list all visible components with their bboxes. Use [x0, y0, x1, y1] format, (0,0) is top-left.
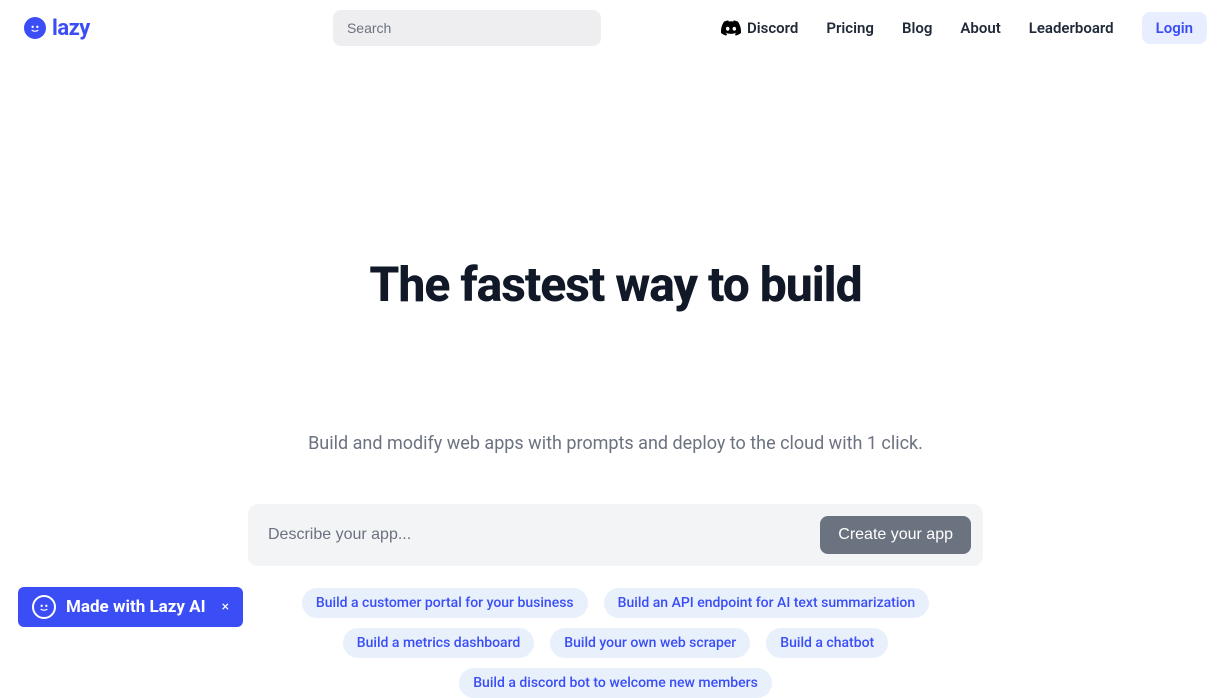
nav-pricing[interactable]: Pricing	[826, 19, 874, 37]
logo[interactable]: lazy	[24, 16, 90, 41]
nav-discord[interactable]: Discord	[721, 19, 798, 37]
badge-close-icon[interactable]: ×	[222, 599, 229, 615]
nav-about[interactable]: About	[960, 19, 1000, 37]
nav-discord-label: Discord	[747, 19, 798, 37]
discord-icon	[721, 20, 741, 36]
create-app-button[interactable]: Create your app	[820, 516, 971, 554]
search-input[interactable]	[333, 10, 601, 46]
suggestion-pill[interactable]: Build an API endpoint for AI text summar…	[604, 588, 930, 618]
nav-leaderboard[interactable]: Leaderboard	[1029, 19, 1114, 37]
nav: Discord Pricing Blog About Leaderboard L…	[721, 12, 1207, 44]
suggestion-pill[interactable]: Build a customer portal for your busines…	[302, 588, 588, 618]
suggestion-pill[interactable]: Build your own web scraper	[550, 628, 750, 658]
logo-text: lazy	[52, 16, 90, 41]
hero-subtitle: Build and modify web apps with prompts a…	[0, 433, 1231, 454]
suggestion-pill[interactable]: Build a metrics dashboard	[343, 628, 535, 658]
search-wrapper	[333, 10, 601, 46]
prompt-input[interactable]	[260, 518, 810, 552]
prompt-container: Create your app	[248, 504, 983, 566]
login-button[interactable]: Login	[1142, 12, 1207, 44]
badge-text: Made with Lazy AI	[66, 597, 206, 617]
nav-blog[interactable]: Blog	[902, 19, 932, 37]
lazy-logo-icon	[24, 17, 46, 39]
suggestion-pill[interactable]: Build a discord bot to welcome new membe…	[459, 668, 772, 698]
lazy-badge-icon	[32, 595, 56, 619]
made-with-lazy-badge[interactable]: Made with Lazy AI ×	[18, 587, 243, 627]
suggestion-pill[interactable]: Build a chatbot	[766, 628, 888, 658]
suggestion-pills: Build a customer portal for your busines…	[216, 588, 1016, 698]
hero-title: The fastest way to build	[0, 256, 1231, 313]
header: lazy Discord Pricing Blog About Leaderbo…	[0, 0, 1231, 56]
